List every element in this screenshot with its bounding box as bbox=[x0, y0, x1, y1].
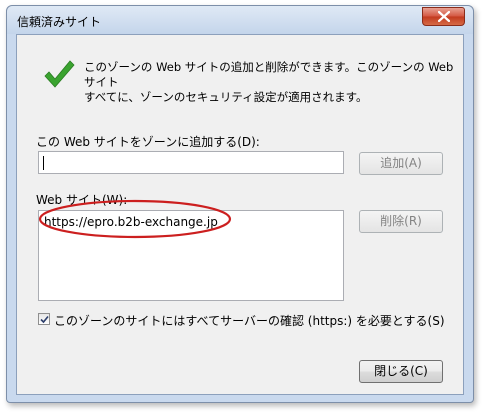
window-title: 信頼済みサイト bbox=[17, 15, 102, 29]
trusted-sites-dialog: 信頼済みサイト このゾーンの Web サイトの追加と削除ができます。このゾーンの… bbox=[6, 5, 474, 403]
green-checkmark-icon bbox=[44, 60, 75, 88]
checkmark-icon bbox=[40, 315, 49, 324]
add-site-label: この Web サイトをゾーンに追加する(D): bbox=[36, 135, 260, 149]
add-site-input[interactable] bbox=[38, 151, 344, 174]
close-button[interactable]: 閉じる(C) bbox=[359, 360, 443, 383]
title-bar[interactable]: 信頼済みサイト bbox=[7, 6, 473, 34]
zone-info-line-1: このゾーンの Web サイトの追加と削除ができます。このゾーンの Web サイト bbox=[84, 60, 454, 89]
add-button[interactable]: 追加(A) bbox=[359, 152, 443, 175]
remove-button[interactable]: 削除(R) bbox=[359, 210, 443, 233]
red-annotation-ellipse bbox=[38, 199, 232, 239]
close-icon bbox=[438, 11, 450, 22]
window-close-button[interactable] bbox=[422, 7, 465, 26]
https-checkbox[interactable] bbox=[38, 313, 50, 325]
text-caret bbox=[43, 156, 44, 170]
zone-info-line-2: すべてに、ゾーンのセキュリティ設定が適用されます。 bbox=[84, 90, 368, 104]
dialog-content: このゾーンの Web サイトの追加と削除ができます。このゾーンの Web サイト… bbox=[16, 34, 464, 395]
https-checkbox-label[interactable]: このゾーンのサイトにはすべてサーバーの確認 (https:) を必要とする(S) bbox=[54, 312, 445, 329]
zone-info-text: このゾーンの Web サイトの追加と削除ができます。このゾーンの Web サイト… bbox=[84, 60, 454, 105]
